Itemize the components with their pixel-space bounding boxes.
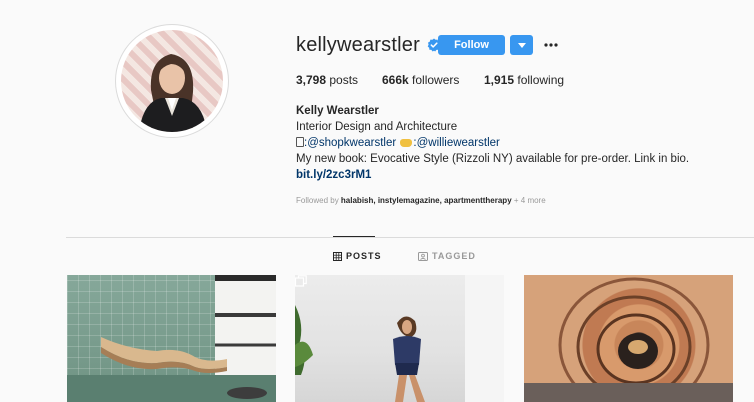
multiple-posts-icon	[295, 275, 307, 287]
posts-count: 3,798	[296, 73, 327, 87]
avatar-image	[121, 30, 223, 132]
bio-external-link[interactable]: bit.ly/2zc3rM1	[296, 167, 689, 183]
profile-bio: Kelly Wearstler Interior Design and Arch…	[296, 103, 689, 183]
tab-posts-label: POSTS	[346, 251, 382, 261]
bio-handles-line: :@shopkwearstler :@williewearstler	[296, 135, 689, 151]
bio-book-line: My new book: Evocative Style (Rizzoli NY…	[296, 153, 690, 165]
more-options-button[interactable]	[543, 36, 559, 54]
following-label: following	[517, 73, 565, 87]
followed-by-prefix: Followed by	[296, 196, 339, 205]
post-thumbnail[interactable]	[67, 275, 276, 402]
shop-handle-link[interactable]: :@shopkwearstler	[304, 137, 396, 149]
followers-stat[interactable]: 666k followers	[382, 73, 459, 87]
post-3-image	[524, 277, 733, 402]
following-stat[interactable]: 1,915 following	[484, 73, 564, 87]
followed-by-more: + 4 more	[513, 196, 546, 205]
more-options-icon	[544, 43, 558, 47]
grid-icon	[333, 251, 342, 261]
chevron-down-icon	[517, 42, 526, 48]
dog-emoji-icon	[400, 139, 413, 147]
profile-avatar[interactable]	[115, 24, 229, 138]
following-count: 1,915	[484, 73, 515, 87]
tab-posts[interactable]: POSTS	[333, 251, 382, 261]
posts-label: posts	[329, 73, 359, 87]
post-thumbnail[interactable]	[295, 275, 504, 402]
phone-emoji-icon	[296, 137, 304, 147]
post-thumbnail[interactable]	[524, 275, 733, 402]
tab-tagged[interactable]: TAGGED	[418, 251, 476, 261]
bio-category: Interior Design and Architecture	[296, 121, 458, 133]
followers-count: 666k	[382, 73, 409, 87]
tab-tagged-label: TAGGED	[432, 251, 476, 261]
suggested-dropdown-button[interactable]	[510, 35, 533, 55]
posts-stat: 3,798 posts	[296, 73, 358, 87]
followed-by[interactable]: Followed by halabish, instylemagazine, a…	[296, 196, 546, 205]
willie-handle-link[interactable]: :@williewearstler	[413, 137, 499, 149]
username: kellywearstler	[296, 33, 420, 56]
profile-header: kellywearstler	[296, 34, 441, 56]
tabs-divider	[66, 237, 754, 238]
follow-button[interactable]: Follow	[438, 35, 505, 55]
followed-by-names: halabish, instylemagazine, apartmentther…	[340, 196, 512, 205]
full-name: Kelly Wearstler	[296, 105, 379, 117]
post-2-image	[295, 275, 504, 402]
active-tab-indicator	[333, 236, 375, 237]
post-1-image	[67, 275, 276, 402]
followers-label: followers	[412, 73, 460, 87]
tagged-icon	[418, 251, 428, 261]
